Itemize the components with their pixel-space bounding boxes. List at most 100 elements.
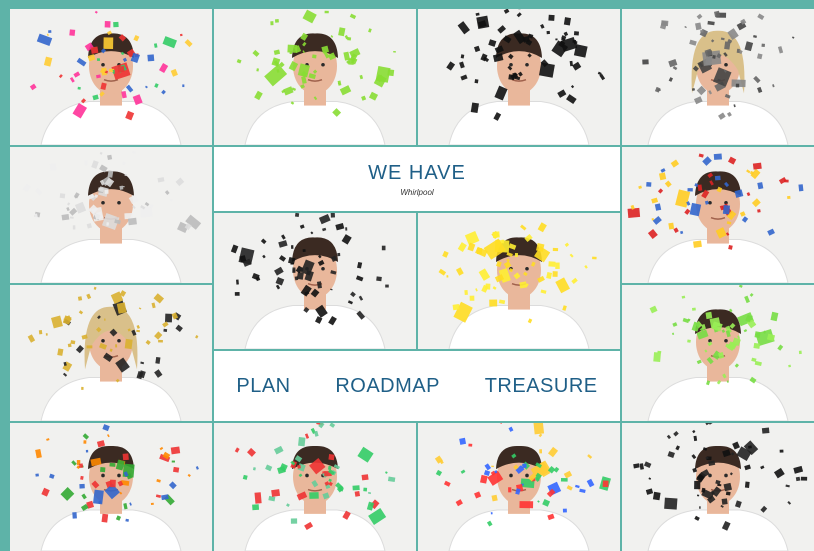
confetti-piece — [347, 36, 352, 41]
confetti-piece — [722, 204, 731, 215]
portrait-illustration — [418, 213, 620, 349]
confetti-piece — [274, 19, 279, 23]
confetti-piece — [646, 181, 652, 187]
word-treasure: TREASURE — [484, 374, 598, 397]
confetti-piece — [533, 423, 545, 435]
portrait-illustration — [622, 285, 814, 421]
confetti-piece — [664, 497, 678, 510]
confetti-piece — [100, 467, 106, 473]
confetti-piece — [61, 213, 70, 221]
portrait-tile — [418, 213, 620, 349]
confetti-piece — [48, 30, 52, 33]
portrait-tile — [10, 9, 212, 145]
confetti-piece — [35, 473, 39, 477]
confetti-piece — [724, 41, 731, 50]
portrait-collage: WE HAVE Whirlpool PLAN ROADMAP TREASURE — [10, 9, 814, 551]
confetti-piece — [691, 307, 696, 311]
confetti-piece — [713, 153, 722, 160]
portrait-illustration — [214, 213, 416, 349]
portrait-tile — [214, 423, 416, 551]
confetti-piece — [562, 508, 567, 513]
confetti-piece — [552, 247, 559, 252]
confetti-piece — [90, 46, 99, 54]
confetti-piece — [721, 498, 728, 505]
portrait-tile — [418, 423, 620, 551]
confetti-piece — [469, 295, 475, 301]
portrait-tile — [214, 213, 416, 349]
confetti-piece — [289, 51, 292, 55]
confetti-piece — [38, 330, 43, 335]
confetti-piece — [736, 48, 740, 54]
confetti-piece — [122, 453, 129, 461]
confetti-piece — [363, 487, 368, 492]
confetti-piece — [546, 30, 550, 35]
confetti-piece — [788, 364, 792, 368]
right-eye — [321, 266, 325, 271]
confetti-piece — [552, 271, 558, 277]
confetti-piece — [124, 338, 133, 350]
confetti-piece — [376, 276, 382, 282]
confetti-piece — [572, 39, 577, 43]
confetti-piece — [573, 44, 588, 58]
confetti-piece — [668, 222, 675, 230]
confetti-piece — [124, 212, 133, 220]
confetti-piece — [464, 290, 468, 296]
confetti-piece — [328, 454, 335, 461]
confetti-piece — [115, 344, 118, 348]
confetti-piece — [309, 492, 319, 499]
confetti-piece — [107, 154, 113, 160]
confetti-piece — [337, 252, 341, 257]
confetti-piece — [69, 216, 74, 219]
left-eye — [708, 200, 712, 205]
left-eye — [101, 200, 105, 205]
confetti-piece — [179, 33, 183, 37]
confetti-piece — [592, 256, 597, 260]
confetti-piece — [59, 193, 66, 199]
confetti-piece — [106, 222, 110, 226]
confetti-piece — [709, 317, 721, 328]
confetti-piece — [725, 491, 731, 496]
headline: WE HAVE — [368, 161, 466, 184]
portrait-illustration — [214, 423, 416, 551]
confetti-piece — [712, 54, 716, 59]
confetti-piece — [694, 480, 701, 490]
confetti-piece — [117, 66, 125, 73]
portrait-illustration — [418, 423, 620, 551]
confetti-piece — [171, 460, 176, 463]
confetti-piece — [519, 501, 534, 509]
confetti-piece — [79, 483, 85, 489]
left-eye — [101, 473, 105, 478]
confetti-piece — [254, 492, 262, 504]
word-plan: PLAN — [236, 374, 291, 397]
confetti-piece — [150, 502, 154, 505]
left-eye — [101, 62, 105, 67]
confetti-piece — [236, 279, 239, 285]
confetti-piece — [113, 21, 119, 28]
portrait-tile — [10, 147, 212, 283]
confetti-piece — [127, 217, 137, 226]
confetti-piece — [474, 79, 479, 84]
confetti-piece — [67, 343, 72, 348]
left-eye — [509, 473, 513, 478]
confetti-piece — [452, 304, 460, 311]
confetti-piece — [492, 231, 500, 238]
confetti-piece — [330, 213, 336, 218]
confetti-piece — [757, 209, 761, 213]
confetti-piece — [96, 58, 100, 61]
portrait-tile — [622, 9, 814, 145]
confetti-piece — [555, 262, 560, 270]
confetti-piece — [63, 318, 66, 321]
word-roadmap: ROADMAP — [335, 374, 440, 397]
confetti-piece — [748, 445, 752, 449]
confetti-piece — [361, 474, 369, 481]
right-eye — [321, 62, 325, 67]
confetti-piece — [81, 386, 84, 390]
portrait-tile — [10, 423, 212, 551]
right-eye — [525, 62, 529, 67]
confetti-piece — [563, 17, 571, 26]
confetti-piece — [693, 240, 702, 248]
confetti-piece — [687, 339, 691, 343]
confetti-piece — [522, 463, 527, 468]
confetti-piece — [783, 179, 789, 183]
confetti-piece — [69, 29, 76, 36]
